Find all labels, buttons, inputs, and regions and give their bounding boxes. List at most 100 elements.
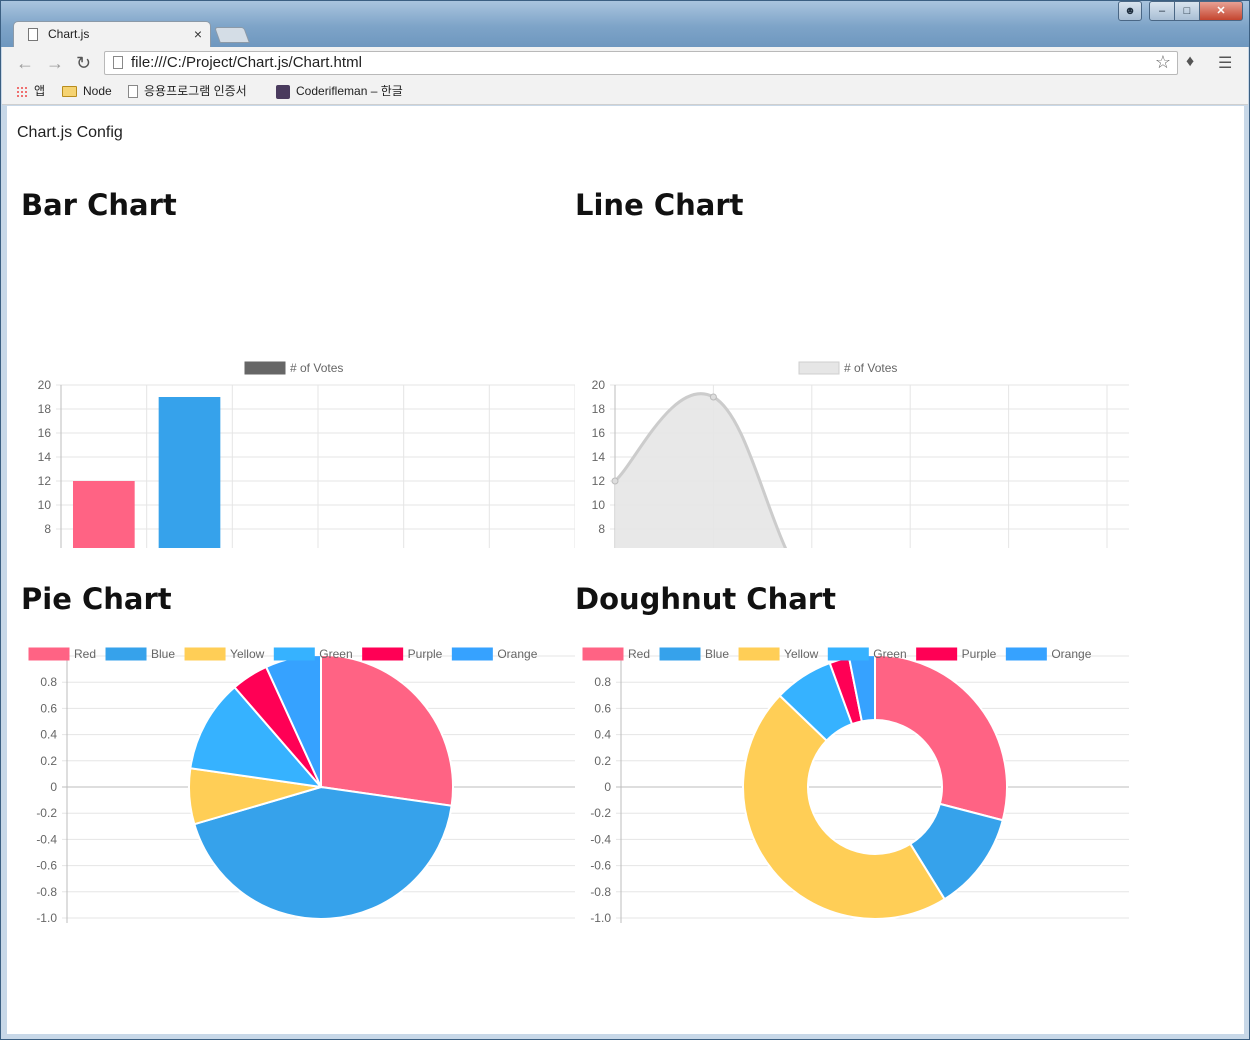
y-tick-label: 0.2	[40, 754, 57, 768]
pie-chart: 1.00.80.60.40.20-0.2-0.4-0.6-0.8-1.0RedB…	[28, 647, 575, 925]
bookmark-node[interactable]: Node	[62, 83, 112, 99]
browser-toolbar: ← → ↻ file:///C:/Project/Chart.js/Chart.…	[2, 47, 1248, 79]
user-icon[interactable]: ☻	[1118, 1, 1142, 21]
y-tick-label: 0	[50, 780, 57, 794]
y-tick-label: -0.8	[590, 885, 611, 899]
bar-chart: 02468101214161820RedBlueYellowGreenPurpl…	[38, 361, 575, 548]
legend-label: Blue	[151, 647, 175, 661]
url-text: file:///C:/Project/Chart.js/Chart.html	[131, 54, 362, 71]
file-icon	[128, 85, 138, 99]
browser-window: Chart.js × ☻ – □ ✕ ← → ↻ file:///C:/Proj…	[0, 0, 1250, 1040]
legend-swatch	[916, 647, 958, 661]
avatar-icon	[276, 84, 290, 99]
y-tick-label: 0.6	[40, 701, 57, 715]
maximize-button[interactable]: □	[1174, 1, 1200, 21]
legend-label: Yellow	[784, 647, 819, 661]
y-tick-label: -0.4	[590, 832, 611, 846]
y-tick-label: 6	[44, 546, 51, 548]
reload-icon[interactable]: ↻	[76, 53, 91, 73]
line-chart-heading: Line Chart	[575, 188, 744, 222]
slice-red	[320, 653, 454, 807]
legend-swatch	[798, 361, 840, 375]
y-tick-label: 20	[38, 378, 52, 392]
legend-swatch	[362, 647, 404, 661]
page-content: Chart.js Config Bar Chart Line Chart Pie…	[7, 106, 1244, 1034]
legend-swatch	[28, 647, 70, 661]
back-arrow-icon[interactable]: ←	[16, 53, 34, 73]
legend-swatch	[1005, 647, 1047, 661]
y-tick-label: 8	[598, 522, 605, 536]
bar-chart-heading: Bar Chart	[21, 188, 177, 222]
line-area-fill	[615, 393, 786, 548]
y-tick-label: 12	[592, 474, 606, 488]
y-tick-label: 14	[592, 450, 606, 464]
line-chart: 02468101214161820RedBlueYellowGreenPurpl…	[592, 361, 1129, 548]
legend-swatch	[659, 647, 701, 661]
new-tab-button[interactable]	[214, 27, 250, 43]
legend-label: Red	[628, 647, 650, 661]
title-bar: Chart.js × ☻ – □ ✕	[1, 1, 1249, 47]
document-icon	[28, 28, 38, 41]
y-tick-label: 16	[592, 426, 606, 440]
y-tick-label: 0.6	[594, 701, 611, 715]
legend-swatch	[582, 647, 624, 661]
bookmark-star-icon[interactable]: ☆	[1155, 51, 1171, 73]
y-tick-label: -0.2	[590, 806, 611, 820]
y-tick-label: 12	[38, 474, 52, 488]
y-tick-label: 20	[592, 378, 606, 392]
y-tick-label: -0.6	[36, 859, 57, 873]
legend-label: Red	[74, 647, 96, 661]
y-tick-label: 10	[592, 498, 606, 512]
legend-swatch	[244, 361, 286, 375]
legend-label: # of Votes	[844, 361, 897, 375]
bookmark-apps[interactable]: 앱	[16, 83, 45, 99]
menu-icon[interactable]: ☰	[1218, 53, 1232, 73]
legend-swatch	[273, 647, 315, 661]
y-tick-label: 0.4	[40, 728, 57, 742]
folder-icon	[62, 86, 77, 98]
y-tick-label: -0.4	[36, 832, 57, 846]
extensions-puzzle-icon[interactable]: ♦	[1186, 53, 1194, 71]
y-tick-label: 10	[38, 498, 52, 512]
legend-swatch	[184, 647, 226, 661]
legend-label: Purple	[408, 647, 443, 661]
y-tick-label: -1.0	[36, 911, 57, 925]
bar-blue	[158, 397, 221, 548]
y-tick-label: 0.2	[594, 754, 611, 768]
bookmark-certificate[interactable]: 응용프로그램 인증서	[128, 83, 247, 99]
apps-grid-icon	[16, 85, 28, 98]
legend-swatch	[451, 647, 493, 661]
page-icon	[113, 56, 123, 69]
legend-swatch	[738, 647, 780, 661]
minimize-button[interactable]: –	[1149, 1, 1175, 21]
window-controls: ☻ – □ ✕	[1118, 1, 1243, 21]
legend-swatch	[105, 647, 147, 661]
forward-arrow-icon[interactable]: →	[46, 53, 64, 73]
config-link[interactable]: Chart.js Config	[17, 124, 123, 142]
address-bar[interactable]: file:///C:/Project/Chart.js/Chart.html ☆	[104, 51, 1178, 75]
y-tick-label: -0.8	[36, 885, 57, 899]
legend-label: Purple	[962, 647, 997, 661]
legend-label: Orange	[1051, 647, 1091, 661]
y-tick-label: 16	[38, 426, 52, 440]
browser-tab[interactable]: Chart.js ×	[13, 21, 211, 47]
slice-red	[874, 653, 1008, 822]
y-tick-label: 0.8	[40, 675, 57, 689]
line-point-blue	[709, 393, 717, 401]
bookmarks-bar: 앱 Node 응용프로그램 인증서 Coderifleman – 한글	[2, 79, 1248, 105]
legend-label: Green	[319, 647, 352, 661]
line-point-red	[611, 477, 619, 485]
y-tick-label: 0	[604, 780, 611, 794]
legend-label: Yellow	[230, 647, 265, 661]
y-tick-label: 0.4	[594, 728, 611, 742]
y-tick-label: 18	[38, 402, 52, 416]
y-tick-label: -1.0	[590, 911, 611, 925]
bookmark-coderifleman[interactable]: Coderifleman – 한글	[276, 83, 403, 99]
y-tick-label: 14	[38, 450, 52, 464]
legend-label: Blue	[705, 647, 729, 661]
close-button[interactable]: ✕	[1199, 1, 1243, 21]
y-tick-label: 6	[598, 546, 605, 548]
y-tick-label: 0.8	[594, 675, 611, 689]
tab-close-icon[interactable]: ×	[194, 22, 202, 46]
pie-chart-heading: Pie Chart	[21, 582, 172, 616]
